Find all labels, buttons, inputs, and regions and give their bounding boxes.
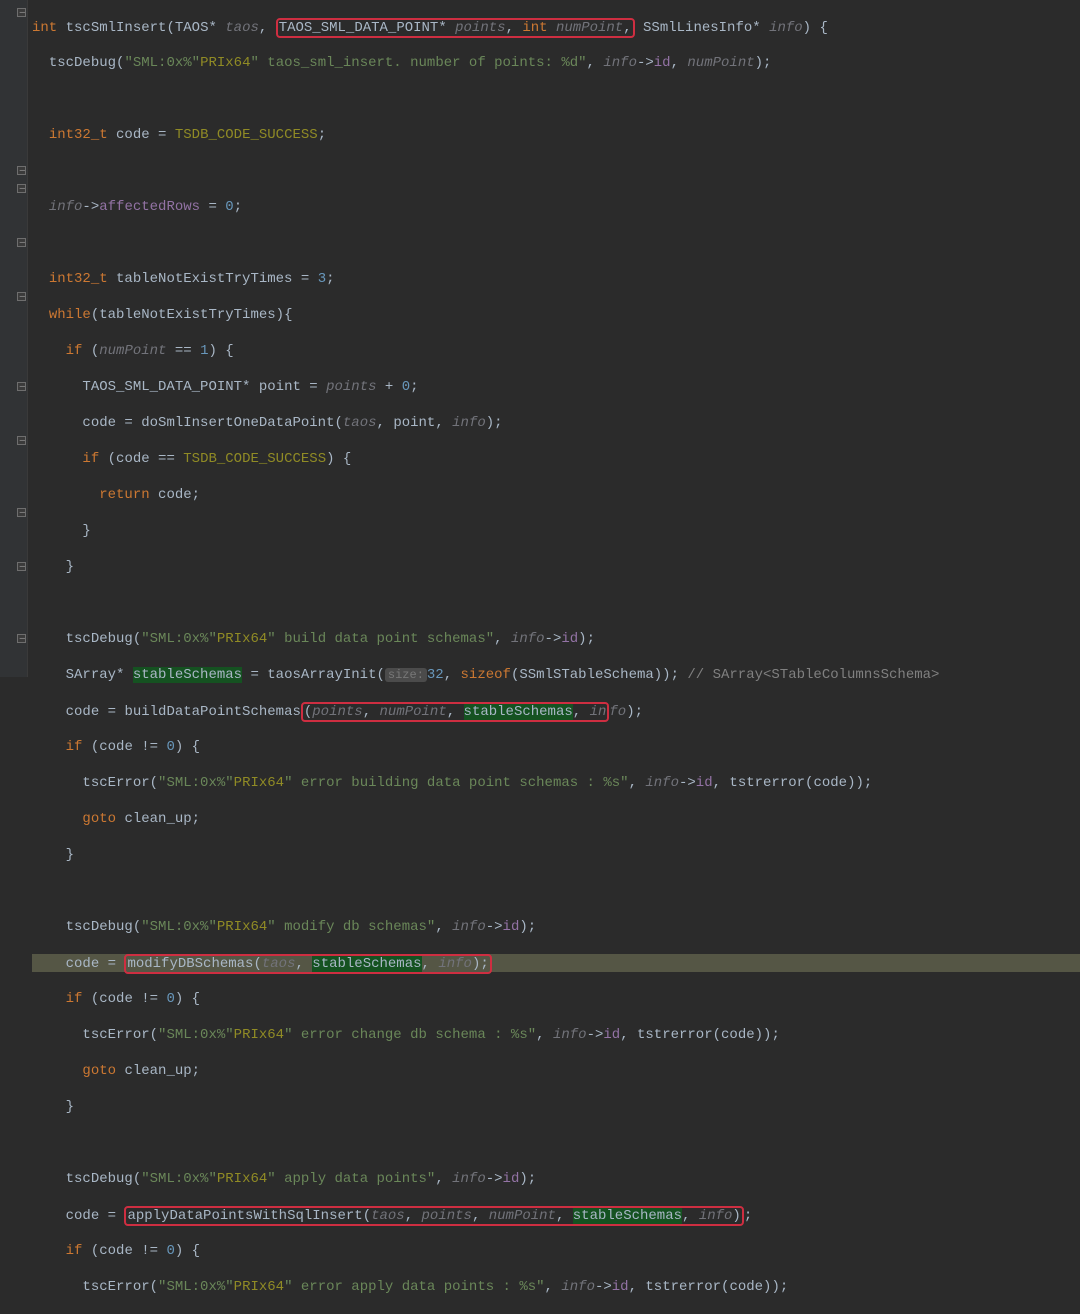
code-line: if (code != 0) { — [32, 738, 1080, 756]
highlight-box: applyDataPointsWithSqlInsert(taos, point… — [124, 1206, 743, 1226]
code-line: info->affectedRows = 0; — [32, 198, 1080, 216]
code-line: int32_t code = TSDB_CODE_SUCCESS; — [32, 126, 1080, 144]
code-line: if (code == TSDB_CODE_SUCCESS) { — [32, 450, 1080, 468]
code-line: } — [32, 1098, 1080, 1116]
fold-icon[interactable] — [17, 292, 26, 301]
fold-icon[interactable] — [17, 238, 26, 247]
current-line: code = modifyDBSchemas(taos, stableSchem… — [32, 954, 1080, 972]
code-line: if (code != 0) { — [32, 1242, 1080, 1260]
code-line: code = applyDataPointsWithSqlInsert(taos… — [32, 1206, 1080, 1224]
highlight-box: (points, numPoint, stableSchemas, in — [301, 702, 610, 722]
code-line: int tscSmlInsert(TAOS* taos, TAOS_SML_DA… — [32, 18, 1080, 36]
code-line: return code; — [32, 486, 1080, 504]
code-line: } — [32, 522, 1080, 540]
code-line: if (numPoint == 1) { — [32, 342, 1080, 360]
code-line: tscError("SML:0x%"PRIx64" error apply da… — [32, 1278, 1080, 1296]
highlight-usage: stableSchemas — [464, 704, 573, 720]
code-line: } — [32, 846, 1080, 864]
fold-icon[interactable] — [17, 166, 26, 175]
code-line: code = doSmlInsertOneDataPoint(taos, poi… — [32, 414, 1080, 432]
fold-icon[interactable] — [17, 184, 26, 193]
editor-gutter — [0, 0, 28, 677]
highlight-usage: stableSchemas — [312, 956, 421, 972]
code-line: if (code != 0) { — [32, 990, 1080, 1008]
highlight-box: TAOS_SML_DATA_POINT* points, int numPoin… — [276, 18, 635, 38]
fold-icon[interactable] — [17, 508, 26, 517]
code-line: code = buildDataPointSchemas(points, num… — [32, 702, 1080, 720]
code-line: tscError("SML:0x%"PRIx64" error change d… — [32, 1026, 1080, 1044]
fold-icon[interactable] — [17, 8, 26, 17]
code-line: int32_t tableNotExistTryTimes = 3; — [32, 270, 1080, 288]
code-line: tscDebug("SML:0x%"PRIx64" taos_sml_inser… — [32, 54, 1080, 72]
highlight-box: modifyDBSchemas(taos, stableSchemas, inf… — [124, 954, 491, 974]
highlight-usage: stableSchemas — [133, 667, 242, 683]
code-line: SArray* stableSchemas = taosArrayInit(si… — [32, 666, 1080, 684]
code-line: tscDebug("SML:0x%"PRIx64" modify db sche… — [32, 918, 1080, 936]
code-line: } — [32, 558, 1080, 576]
highlight-usage: stableSchemas — [573, 1208, 682, 1224]
parameter-hint: size: — [385, 668, 427, 682]
code-line: goto clean_up; — [32, 1062, 1080, 1080]
fold-icon[interactable] — [17, 562, 26, 571]
code-line: TAOS_SML_DATA_POINT* point = points + 0; — [32, 378, 1080, 396]
fold-icon[interactable] — [17, 382, 26, 391]
fold-icon[interactable] — [17, 634, 26, 643]
code-line: goto clean_up; — [32, 810, 1080, 828]
code-line: while(tableNotExistTryTimes){ — [32, 306, 1080, 324]
code-line: tscDebug("SML:0x%"PRIx64" apply data poi… — [32, 1170, 1080, 1188]
code-line: tscDebug("SML:0x%"PRIx64" build data poi… — [32, 630, 1080, 648]
fold-icon[interactable] — [17, 436, 26, 445]
code-area[interactable]: int tscSmlInsert(TAOS* taos, TAOS_SML_DA… — [28, 0, 1080, 1314]
code-line: tscError("SML:0x%"PRIx64" error building… — [32, 774, 1080, 792]
